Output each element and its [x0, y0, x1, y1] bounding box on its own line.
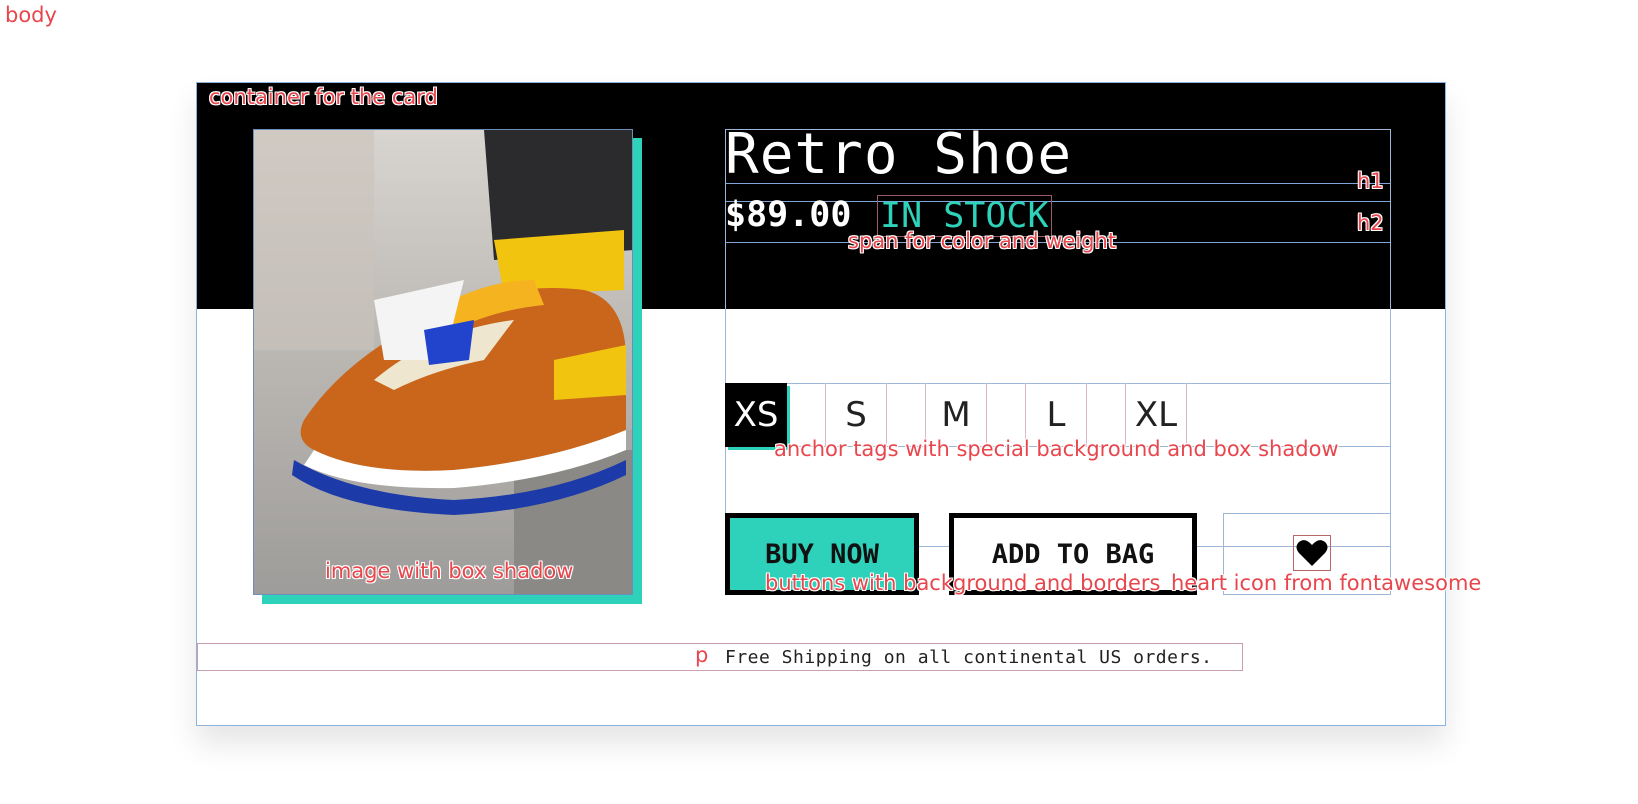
anchors-annotation: anchor tags with special background and …: [774, 437, 1339, 461]
product-title: Retro Shoe: [725, 122, 1073, 187]
body-annotation: body: [5, 3, 57, 27]
image-annotation: image with box shadow: [325, 559, 574, 583]
p-annotation: p: [695, 643, 709, 667]
h1-annotation: h1: [1357, 169, 1384, 193]
product-price: $89.00: [725, 195, 852, 235]
heart-annotation: heart icon from fontawesome: [1171, 571, 1482, 595]
heart-icon-svg: [1296, 540, 1328, 566]
container-annotation: container for the card: [209, 85, 438, 109]
info-outline: [725, 129, 1391, 547]
buttons-annotation: buttons with background and borders: [765, 571, 1161, 595]
product-card: container for the card image with box sh…: [196, 82, 1481, 726]
h2-annotation: h2: [1357, 211, 1384, 235]
heart-icon[interactable]: [1293, 535, 1331, 571]
shoe-image: [254, 130, 632, 594]
product-image: [253, 129, 633, 595]
span-annotation: span for color and weight: [848, 229, 1117, 253]
shipping-note: Free Shipping on all continental US orde…: [725, 647, 1213, 668]
